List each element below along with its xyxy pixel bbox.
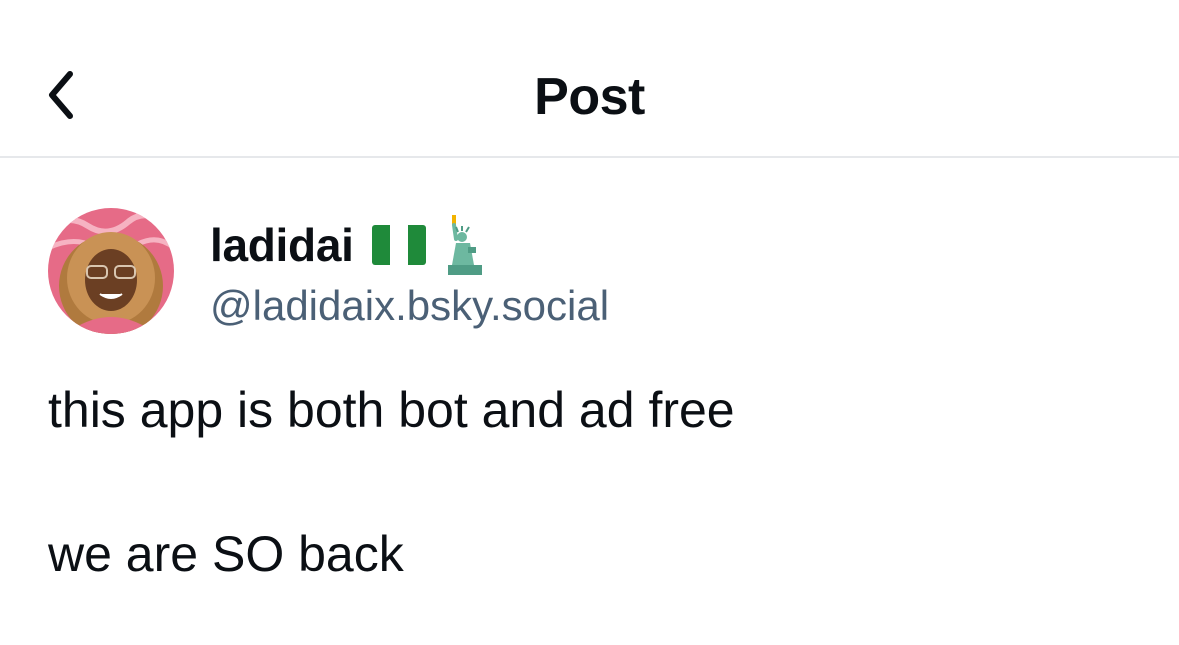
post-text-line: we are SO back bbox=[48, 526, 404, 582]
author-name-row[interactable]: ladidai bbox=[210, 212, 488, 278]
avatar[interactable] bbox=[48, 208, 174, 334]
post-text-line: this app is both bot and ad free bbox=[48, 382, 735, 438]
nigeria-flag-icon bbox=[371, 225, 426, 265]
header-bar: Post bbox=[0, 0, 1179, 158]
author-handle[interactable]: @ladidaix.bsky.social bbox=[210, 280, 609, 332]
page-title: Post bbox=[534, 68, 645, 126]
display-name: ladidai bbox=[210, 219, 354, 271]
statue-of-liberty-icon bbox=[447, 215, 482, 275]
